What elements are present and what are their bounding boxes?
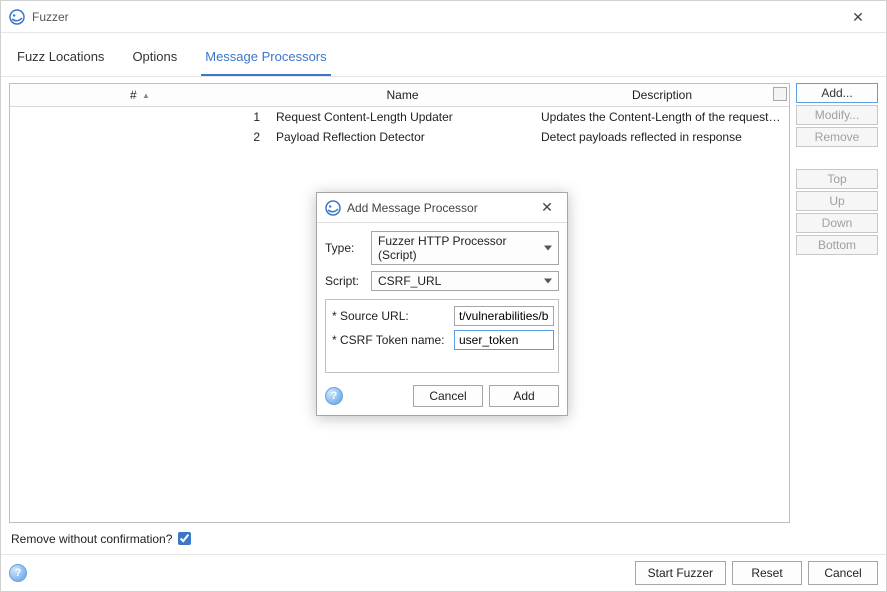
dialog-titlebar: Add Message Processor ✕ xyxy=(317,193,567,222)
reset-button[interactable]: Reset xyxy=(732,561,802,585)
type-select[interactable]: Fuzzer HTTP Processor (Script) xyxy=(371,231,559,265)
tab-fuzz-locations[interactable]: Fuzz Locations xyxy=(13,41,108,76)
app-icon xyxy=(9,9,25,25)
bottom-bar: ? Start Fuzzer Reset Cancel xyxy=(1,554,886,591)
parameters-box: * Source URL: * CSRF Token name: xyxy=(325,299,559,373)
source-url-input[interactable] xyxy=(454,306,554,326)
tab-message-processors[interactable]: Message Processors xyxy=(201,41,330,76)
help-icon[interactable]: ? xyxy=(9,564,27,582)
start-fuzzer-button[interactable]: Start Fuzzer xyxy=(635,561,726,585)
footer: Remove without confirmation? xyxy=(1,523,886,554)
cell-name: Payload Reflection Detector xyxy=(270,127,535,147)
script-select[interactable]: CSRF_URL xyxy=(371,271,559,291)
remove-confirm-label: Remove without confirmation? xyxy=(11,532,172,546)
app-icon xyxy=(325,200,341,216)
remove-confirm-checkbox[interactable] xyxy=(178,532,191,545)
script-label: Script: xyxy=(325,274,365,288)
cell-number: 1 xyxy=(10,107,270,128)
sort-asc-icon: ▲ xyxy=(142,91,150,100)
help-icon[interactable]: ? xyxy=(325,387,343,405)
csrf-token-name-input[interactable] xyxy=(454,330,554,350)
type-label: Type: xyxy=(325,241,365,255)
add-button[interactable]: Add... xyxy=(796,83,878,103)
source-url-label: * Source URL: xyxy=(330,309,450,323)
up-button[interactable]: Up xyxy=(796,191,878,211)
add-message-processor-dialog: Add Message Processor ✕ Type: Fuzzer HTT… xyxy=(316,192,568,416)
table-row[interactable]: 1 Request Content-Length Updater Updates… xyxy=(10,107,789,128)
csrf-token-name-label: * CSRF Token name: xyxy=(330,333,450,347)
dialog-form: Type: Fuzzer HTTP Processor (Script) Scr… xyxy=(317,223,567,377)
titlebar: Fuzzer ✕ xyxy=(1,1,886,33)
dialog-buttons: ? Cancel Add xyxy=(317,377,567,415)
cell-description: Updates the Content-Length of the reques… xyxy=(535,107,789,128)
dialog-close-button[interactable]: ✕ xyxy=(535,199,559,216)
tab-options[interactable]: Options xyxy=(128,41,181,76)
dialog-title: Add Message Processor xyxy=(347,201,535,215)
window-title: Fuzzer xyxy=(32,10,838,24)
tabs: Fuzz Locations Options Message Processor… xyxy=(1,33,886,77)
column-header-number-label: # xyxy=(130,88,137,102)
cell-number: 2 xyxy=(10,127,270,147)
down-button[interactable]: Down xyxy=(796,213,878,233)
column-header-number[interactable]: # ▲ xyxy=(10,84,270,107)
dialog-cancel-button[interactable]: Cancel xyxy=(413,385,483,407)
column-header-name[interactable]: Name xyxy=(270,84,535,107)
top-button[interactable]: Top xyxy=(796,169,878,189)
cancel-button[interactable]: Cancel xyxy=(808,561,878,585)
column-header-description[interactable]: Description xyxy=(535,84,789,107)
remove-button[interactable]: Remove xyxy=(796,127,878,147)
dialog-add-button[interactable]: Add xyxy=(489,385,559,407)
cell-name: Request Content-Length Updater xyxy=(270,107,535,128)
cell-description: Detect payloads reflected in response xyxy=(535,127,789,147)
window-close-button[interactable]: ✕ xyxy=(838,3,878,31)
bottom-button[interactable]: Bottom xyxy=(796,235,878,255)
side-buttons: Add... Modify... Remove Top Up Down Bott… xyxy=(796,83,878,523)
table-row[interactable]: 2 Payload Reflection Detector Detect pay… xyxy=(10,127,789,147)
modify-button[interactable]: Modify... xyxy=(796,105,878,125)
